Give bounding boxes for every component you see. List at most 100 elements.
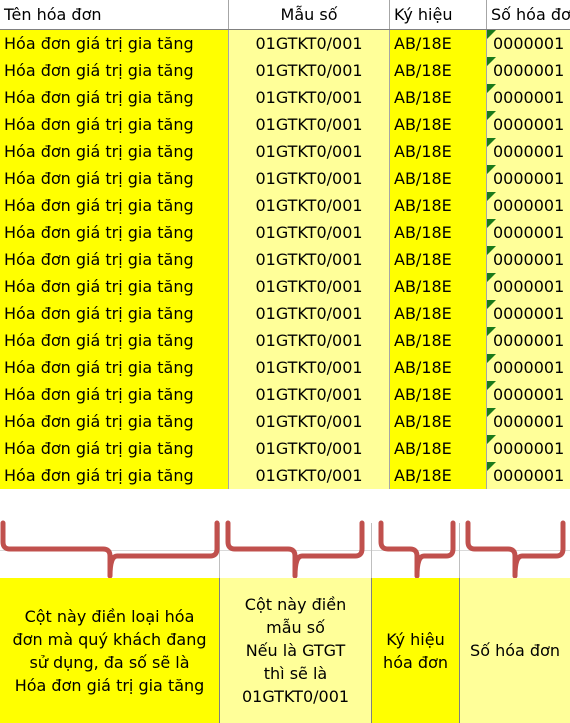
cell-so_hoa_don[interactable]: 0000001 [486, 408, 570, 435]
note-ky-hieu: Ký hiệu hóa đơn [372, 578, 460, 723]
cell-so_hoa_don[interactable]: 0000001 [486, 192, 570, 219]
cell-mau_so[interactable]: 01GTKT0/001 [228, 354, 390, 381]
table-row: Hóa đơn giá trị gia tăng 01GTKT0/001 AB/18… [0, 138, 570, 165]
cell-mau_so[interactable]: 01GTKT0/001 [228, 111, 390, 138]
cell-mau_so[interactable]: 01GTKT0/001 [228, 192, 390, 219]
table-row: Hóa đơn giá trị gia tăng 01GTKT0/001 AB/18… [0, 111, 570, 138]
cell-mau_so[interactable]: 01GTKT0/001 [228, 219, 390, 246]
green-triangle-error-indicator-icon [487, 219, 496, 228]
cell-ky_hieu[interactable]: AB/18E [389, 165, 487, 192]
cell-so_hoa_don[interactable]: 0000001 [486, 246, 570, 273]
column-header-ky-hieu[interactable]: Ký hiệu [389, 0, 487, 30]
cell-ky_hieu[interactable]: AB/18E [389, 273, 487, 300]
cell-so_hoa_don[interactable]: 0000001 [486, 57, 570, 84]
cell-ky_hieu[interactable]: AB/18E [389, 192, 487, 219]
cell-so_hoa_don[interactable]: 0000001 [486, 84, 570, 111]
green-triangle-error-indicator-icon [487, 354, 496, 363]
cell-ten_hoa_don[interactable]: Hóa đơn giá trị gia tăng [0, 84, 229, 111]
band-column-divider-2 [371, 523, 372, 578]
cell-so_hoa_don[interactable]: 0000001 [486, 327, 570, 354]
cell-ky_hieu[interactable]: AB/18E [389, 29, 487, 57]
cell-so_hoa_don[interactable]: 0000001 [486, 29, 570, 57]
green-triangle-error-indicator-icon [487, 408, 496, 417]
green-triangle-error-indicator-icon [487, 300, 496, 309]
cell-so_hoa_don[interactable]: 0000001 [486, 219, 570, 246]
cell-so_hoa_don[interactable]: 0000001 [486, 165, 570, 192]
cell-ky_hieu[interactable]: AB/18E [389, 327, 487, 354]
cell-ky_hieu[interactable]: AB/18E [389, 84, 487, 111]
cell-ten_hoa_don[interactable]: Hóa đơn giá trị gia tăng [0, 111, 229, 138]
band-row-divider [0, 550, 570, 551]
table-row: Hóa đơn giá trị gia tăng 01GTKT0/001 AB/18… [0, 84, 570, 111]
cell-ten_hoa_don[interactable]: Hóa đơn giá trị gia tăng [0, 435, 229, 462]
cell-so_hoa_don[interactable]: 0000001 [486, 138, 570, 165]
table-row: Hóa đơn giá trị gia tăng 01GTKT0/001 AB/18… [0, 219, 570, 246]
cell-so_hoa_don[interactable]: 0000001 [486, 354, 570, 381]
cell-ten_hoa_don[interactable]: Hóa đơn giá trị gia tăng [0, 300, 229, 327]
green-triangle-error-indicator-icon [487, 327, 496, 336]
cell-ky_hieu[interactable]: AB/18E [389, 111, 487, 138]
cell-ten_hoa_don[interactable]: Hóa đơn giá trị gia tăng [0, 165, 229, 192]
cell-ten_hoa_don[interactable]: Hóa đơn giá trị gia tăng [0, 354, 229, 381]
cell-so_hoa_don[interactable]: 0000001 [486, 111, 570, 138]
cell-ten_hoa_don[interactable]: Hóa đơn giá trị gia tăng [0, 138, 229, 165]
cell-ky_hieu[interactable]: AB/18E [389, 462, 487, 489]
column-header-ten-hoa-don[interactable]: Tên hóa đơn [0, 0, 229, 30]
table-row: Hóa đơn giá trị gia tăng 01GTKT0/001 AB/18… [0, 354, 570, 381]
green-triangle-error-indicator-icon [487, 246, 496, 255]
cell-ky_hieu[interactable]: AB/18E [389, 300, 487, 327]
note-ten-hoa-don-text: Cột này điền loại hóa đơn mà quý khách đa… [12, 606, 207, 695]
cell-ten_hoa_don[interactable]: Hóa đơn giá trị gia tăng [0, 408, 229, 435]
cell-so_hoa_don[interactable]: 0000001 [486, 300, 570, 327]
band-column-divider-1 [219, 523, 220, 578]
table-header: Tên hóa đơn Mẫu số Ký hiệu Số hóa đơn [0, 0, 570, 30]
cell-ky_hieu[interactable]: AB/18E [389, 138, 487, 165]
cell-mau_so[interactable]: 01GTKT0/001 [228, 165, 390, 192]
cell-mau_so[interactable]: 01GTKT0/001 [228, 84, 390, 111]
cell-ten_hoa_don[interactable]: Hóa đơn giá trị gia tăng [0, 246, 229, 273]
green-triangle-error-indicator-icon [487, 435, 496, 444]
cell-mau_so[interactable]: 01GTKT0/001 [228, 408, 390, 435]
cell-ten_hoa_don[interactable]: Hóa đơn giá trị gia tăng [0, 381, 229, 408]
cell-mau_so[interactable]: 01GTKT0/001 [228, 246, 390, 273]
cell-ten_hoa_don[interactable]: Hóa đơn giá trị gia tăng [0, 327, 229, 354]
cell-ten_hoa_don[interactable]: Hóa đơn giá trị gia tăng [0, 192, 229, 219]
cell-ten_hoa_don[interactable]: Hóa đơn giá trị gia tăng [0, 29, 229, 57]
cell-mau_so[interactable]: 01GTKT0/001 [228, 300, 390, 327]
cell-mau_so[interactable]: 01GTKT0/001 [228, 327, 390, 354]
cell-ky_hieu[interactable]: AB/18E [389, 246, 487, 273]
cell-mau_so[interactable]: 01GTKT0/001 [228, 435, 390, 462]
header-row: Tên hóa đơn Mẫu số Ký hiệu Số hóa đơn [0, 0, 570, 30]
invoice-table: Tên hóa đơn Mẫu số Ký hiệu Số hóa đơn Hó… [0, 0, 570, 489]
cell-so_hoa_don[interactable]: 0000001 [486, 462, 570, 489]
cell-so_hoa_don[interactable]: 0000001 [486, 273, 570, 300]
column-header-so-hoa-don[interactable]: Số hóa đơn [486, 0, 570, 30]
band-column-divider-3 [459, 523, 460, 578]
cell-mau_so[interactable]: 01GTKT0/001 [228, 273, 390, 300]
table-body: Hóa đơn giá trị gia tăng 01GTKT0/001 AB/18… [0, 29, 570, 489]
green-triangle-error-indicator-icon [487, 462, 496, 471]
cell-ky_hieu[interactable]: AB/18E [389, 435, 487, 462]
spreadsheet-canvas: Tên hóa đơn Mẫu số Ký hiệu Số hóa đơn Hó… [0, 0, 570, 723]
green-triangle-error-indicator-icon [487, 381, 496, 390]
cell-ky_hieu[interactable]: AB/18E [389, 57, 487, 84]
cell-mau_so[interactable]: 01GTKT0/001 [228, 29, 390, 57]
cell-so_hoa_don[interactable]: 0000001 [486, 435, 570, 462]
cell-mau_so[interactable]: 01GTKT0/001 [228, 138, 390, 165]
cell-ten_hoa_don[interactable]: Hóa đơn giá trị gia tăng [0, 462, 229, 489]
cell-ky_hieu[interactable]: AB/18E [389, 408, 487, 435]
table-row: Hóa đơn giá trị gia tăng 01GTKT0/001 AB/18… [0, 165, 570, 192]
cell-ky_hieu[interactable]: AB/18E [389, 219, 487, 246]
table-row: Hóa đơn giá trị gia tăng 01GTKT0/001 AB/18… [0, 435, 570, 462]
cell-ky_hieu[interactable]: AB/18E [389, 381, 487, 408]
column-header-mau-so[interactable]: Mẫu số [228, 0, 390, 30]
empty-row-band [0, 523, 570, 578]
cell-mau_so[interactable]: 01GTKT0/001 [228, 57, 390, 84]
cell-mau_so[interactable]: 01GTKT0/001 [228, 381, 390, 408]
cell-mau_so[interactable]: 01GTKT0/001 [228, 462, 390, 489]
cell-ky_hieu[interactable]: AB/18E [389, 354, 487, 381]
cell-ten_hoa_don[interactable]: Hóa đơn giá trị gia tăng [0, 219, 229, 246]
cell-ten_hoa_don[interactable]: Hóa đơn giá trị gia tăng [0, 57, 229, 84]
cell-so_hoa_don[interactable]: 0000001 [486, 381, 570, 408]
cell-ten_hoa_don[interactable]: Hóa đơn giá trị gia tăng [0, 273, 229, 300]
